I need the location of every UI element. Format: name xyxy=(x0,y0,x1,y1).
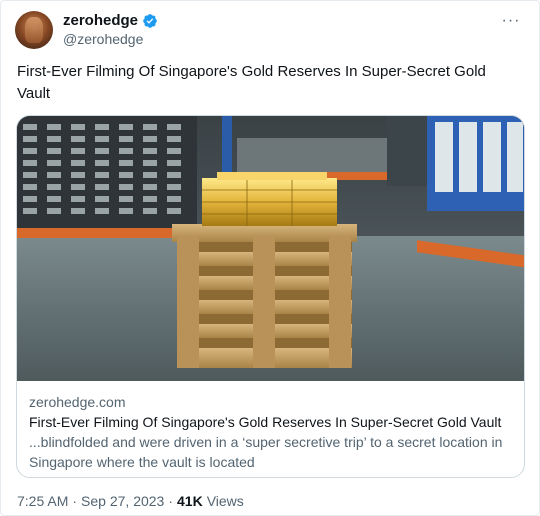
gold-bars-on-pallets-image xyxy=(17,116,524,381)
tweet-text: First-Ever Filming Of Singapore's Gold R… xyxy=(17,63,486,102)
card-meta: zerohedge.com First-Ever Filming Of Sing… xyxy=(29,392,519,472)
author-handle[interactable]: @zerohedge xyxy=(63,31,143,47)
views-count: 41K xyxy=(177,493,203,509)
footer-separator: · xyxy=(168,493,174,509)
verified-badge-icon xyxy=(142,13,158,29)
author-display-name[interactable]: zerohedge xyxy=(63,12,138,29)
tweet-card: zerohedge @zerohedge ··· First-Ever Film… xyxy=(0,0,540,516)
footer-separator: · xyxy=(72,493,78,509)
more-options-icon[interactable]: ··· xyxy=(499,11,523,31)
card-domain: zerohedge.com xyxy=(29,394,126,410)
avatar[interactable] xyxy=(15,11,53,49)
card-description: ...blindfolded and were driven in a ‘sup… xyxy=(29,434,503,470)
tweet-footer: 7:25 AM · Sep 27, 2023 · 41K Views xyxy=(17,493,244,509)
tweet-date[interactable]: Sep 27, 2023 xyxy=(81,493,164,509)
views-label: Views xyxy=(206,493,244,509)
tweet-time[interactable]: 7:25 AM xyxy=(17,493,68,509)
author-name-row: zerohedge xyxy=(63,12,158,29)
card-title: First-Ever Filming Of Singapore's Gold R… xyxy=(29,414,502,430)
link-preview-card[interactable]: zerohedge.com First-Ever Filming Of Sing… xyxy=(16,115,525,478)
